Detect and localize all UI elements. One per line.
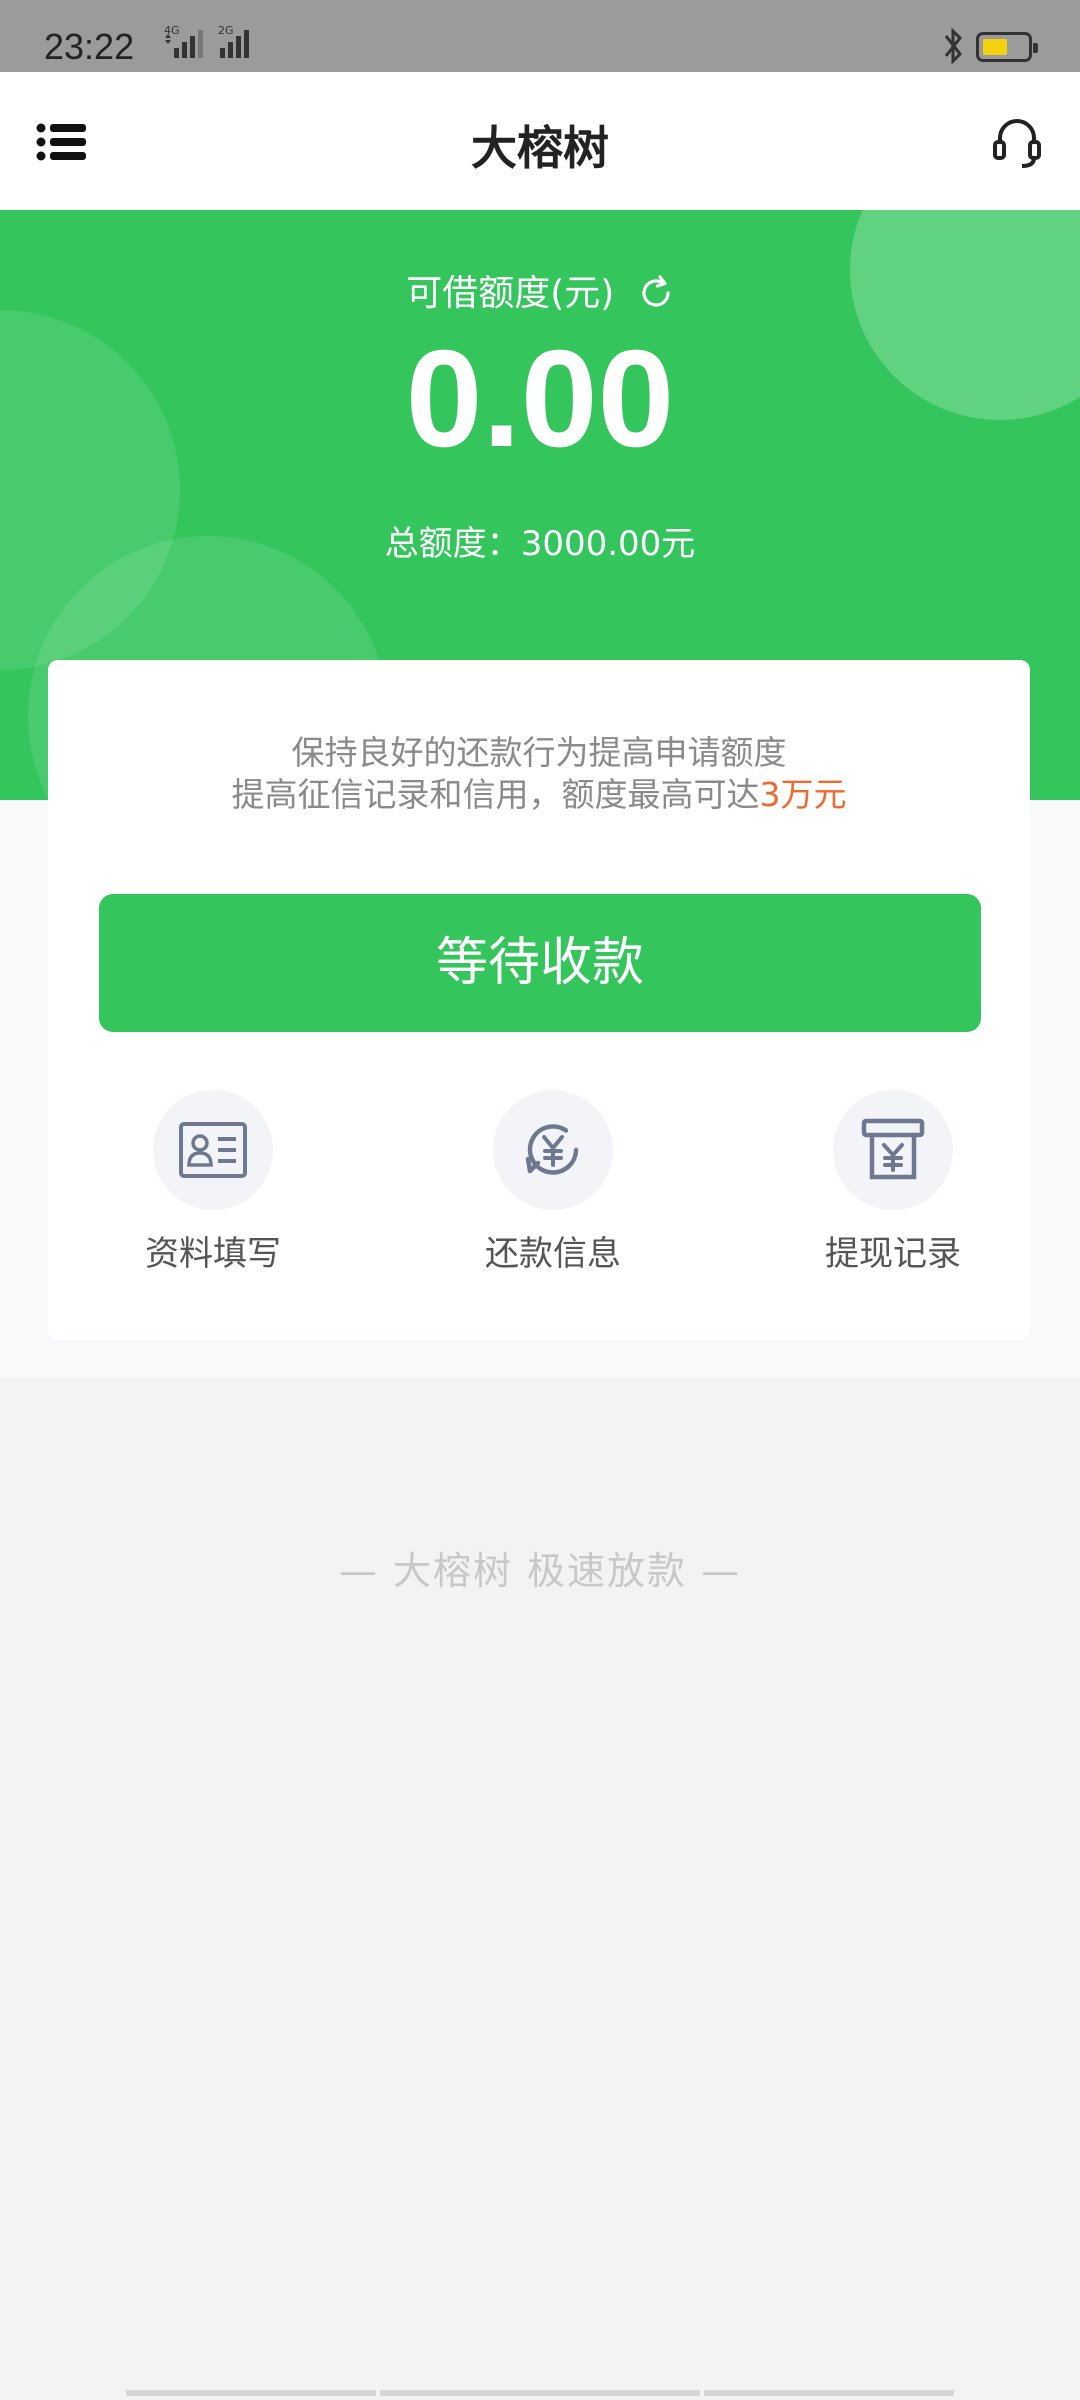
app-header: 大榕树 <box>0 72 1080 210</box>
available-label-text: 可借额度(元) <box>406 273 615 314</box>
signal-2g-icon: 2G <box>218 24 249 58</box>
tip-highlight: 3万元 <box>759 775 847 814</box>
quick-action-label: 还款信息 <box>485 1234 621 1274</box>
bluetooth-icon <box>944 27 962 65</box>
signal-4g-icon: 4G <box>164 24 203 58</box>
page-title: 大榕树 <box>471 121 609 175</box>
svg-text:2G: 2G <box>218 24 234 37</box>
tip-line-2-text: 提高征信记录和信用，额度最高可达 <box>231 775 760 814</box>
nav-indicator <box>126 2390 376 2396</box>
quick-action-repayment[interactable]: 还款信息 <box>453 1090 653 1275</box>
total-value: 3000.00元 <box>520 524 696 564</box>
withdraw-record-icon <box>833 1090 953 1210</box>
yuan-refresh-icon <box>493 1090 613 1210</box>
total-credit: 总额度：3000.00元 <box>0 516 1080 565</box>
main-card: 保持良好的还款行为提高申请额度 提高征信记录和信用，额度最高可达3万元 等待收款… <box>48 660 1030 1340</box>
headset-icon[interactable] <box>992 114 1042 170</box>
total-label: 总额度： <box>384 524 521 564</box>
tip-line-1: 保持良好的还款行为提高申请额度 <box>291 733 787 772</box>
nav-indicator <box>704 2390 954 2396</box>
quick-action-profile[interactable]: 资料填写 <box>113 1090 313 1275</box>
id-card-icon <box>153 1090 273 1210</box>
refresh-icon[interactable] <box>638 275 674 311</box>
footer-slogan: — 大榕树 极速放款 — <box>338 1549 742 1593</box>
quick-action-withdraw-records[interactable]: 提现记录 <box>793 1090 993 1275</box>
quick-action-label: 提现记录 <box>825 1234 961 1274</box>
nav-indicator <box>380 2390 700 2396</box>
status-time: 23:22 <box>44 26 135 67</box>
available-amount: 0.00 <box>405 322 675 476</box>
await-payment-button[interactable]: 等待收款 <box>99 894 981 1032</box>
quick-action-label: 资料填写 <box>145 1234 281 1274</box>
battery-icon <box>976 32 1038 62</box>
svg-text:4G: 4G <box>164 24 180 37</box>
status-bar: 23:22 4G 2G <box>0 0 1080 72</box>
available-credit-label: 可借额度(元) <box>0 264 1080 316</box>
tip-line-2: 提高征信记录和信用，额度最高可达3万元 <box>48 768 1030 816</box>
